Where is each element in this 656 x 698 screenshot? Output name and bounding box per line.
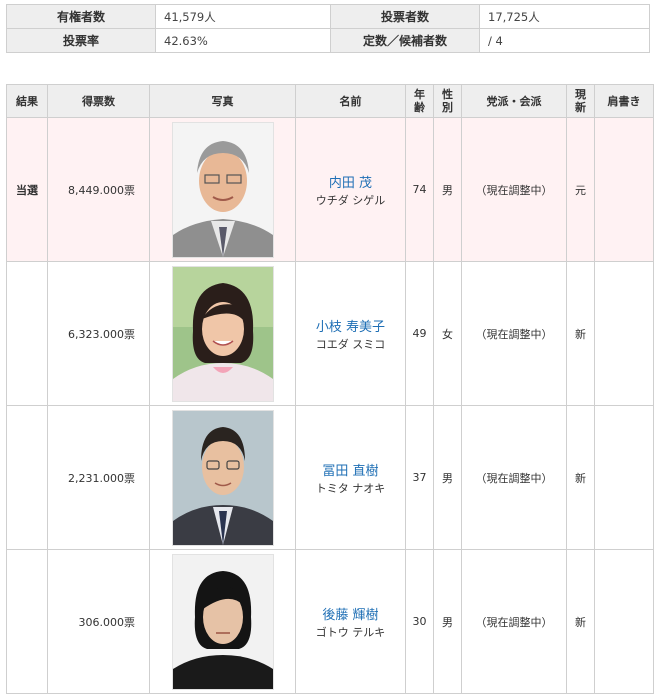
votes-cell: 6,323.000票: [47, 261, 150, 406]
status-cell: 新: [566, 549, 595, 694]
sex-cell: 女: [433, 261, 462, 406]
candidate-photo: [171, 121, 274, 258]
candidate-name-link[interactable]: 冨田 直樹: [296, 460, 405, 479]
header-age: 年齢: [405, 84, 434, 118]
candidate-photo: [171, 265, 274, 402]
result-cell: [6, 405, 48, 550]
turnout-label: 投票率: [6, 28, 156, 53]
age-cell: 30: [405, 549, 434, 694]
seats-label: 定数／候補者数: [330, 28, 480, 53]
party-cell: （現在調整中）: [461, 549, 567, 694]
candidate-name-link[interactable]: 小枝 寿美子: [296, 316, 405, 335]
age-cell: 74: [405, 117, 434, 262]
photo-cell: [149, 549, 296, 694]
photo-cell: [149, 405, 296, 550]
title-cell: [594, 405, 654, 550]
age-cell: 49: [405, 261, 434, 406]
party-cell: （現在調整中）: [461, 117, 567, 262]
name-cell: 冨田 直樹 トミタ ナオキ: [295, 405, 406, 550]
title-cell: [594, 549, 654, 694]
votes-cell: 306.000票: [47, 549, 150, 694]
candidate-kana: ウチダ シゲル: [315, 193, 386, 207]
candidates-table: 結果 得票数 写真 名前 年齢 性別 党派・会派 現新 肩書き 当選 8,449…: [6, 84, 654, 694]
name-cell: 内田 茂 ウチダ シゲル: [295, 117, 406, 262]
status-cell: 新: [566, 405, 595, 550]
candidate-kana: ゴトウ テルキ: [315, 625, 386, 639]
result-cell: [6, 549, 48, 694]
name-cell: 小枝 寿美子 コエダ スミコ: [295, 261, 406, 406]
status-cell: 新: [566, 261, 595, 406]
header-sex-line2: 別: [442, 101, 453, 114]
voters-label: 投票者数: [330, 4, 480, 29]
header-name: 名前: [295, 84, 406, 118]
votes-cell: 2,231.000票: [47, 405, 150, 550]
sex-cell: 男: [433, 549, 462, 694]
title-cell: [594, 117, 654, 262]
turnout-value: 42.63%: [155, 28, 331, 53]
photo-cell: [149, 117, 296, 262]
votes-cell: 8,449.000票: [47, 117, 150, 262]
photo-cell: [149, 261, 296, 406]
header-party: 党派・会派: [461, 84, 567, 118]
result-cell: 当選: [6, 117, 48, 262]
voters-value: 17,725人: [479, 4, 650, 29]
candidate-photo: [171, 409, 274, 546]
summary-row: 有権者数 41,579人 投票者数 17,725人: [6, 4, 650, 29]
party-cell: （現在調整中）: [461, 405, 567, 550]
candidate-row: 306.000票 後藤 輝樹 ゴトウ テルキ 30 男 （現在調整中） 新: [6, 549, 654, 694]
header-votes: 得票数: [47, 84, 150, 118]
seats-value: / 4: [479, 28, 650, 53]
status-cell: 元: [566, 117, 595, 262]
candidate-name-link[interactable]: 内田 茂: [296, 172, 405, 191]
candidate-kana: トミタ ナオキ: [315, 481, 386, 495]
header-sex: 性別: [433, 84, 462, 118]
header-result: 結果: [6, 84, 48, 118]
header-row: 結果 得票数 写真 名前 年齢 性別 党派・会派 現新 肩書き: [6, 84, 654, 118]
header-title: 肩書き: [594, 84, 654, 118]
header-age-line2: 齢: [414, 101, 425, 114]
result-cell: [6, 261, 48, 406]
sex-cell: 男: [433, 117, 462, 262]
candidate-row: 6,323.000票 小枝 寿美子 コエダ スミコ 49 女 （現在調整中） 新: [6, 261, 654, 406]
candidate-name-link[interactable]: 後藤 輝樹: [296, 604, 405, 623]
sex-cell: 男: [433, 405, 462, 550]
age-cell: 37: [405, 405, 434, 550]
title-cell: [594, 261, 654, 406]
header-status-line1: 現: [575, 88, 586, 101]
candidate-kana: コエダ スミコ: [315, 337, 386, 351]
name-cell: 後藤 輝樹 ゴトウ テルキ: [295, 549, 406, 694]
party-cell: （現在調整中）: [461, 261, 567, 406]
header-status-line2: 新: [575, 101, 586, 114]
header-age-line1: 年: [414, 88, 425, 101]
header-sex-line1: 性: [442, 88, 453, 101]
eligible-voters-value: 41,579人: [155, 4, 331, 29]
header-status: 現新: [566, 84, 595, 118]
candidate-row: 当選 8,449.000票 内田 茂 ウチダ シゲル 74 男 （現在調整中） …: [6, 117, 654, 262]
summary-row: 投票率 42.63% 定数／候補者数 / 4: [6, 28, 650, 53]
eligible-voters-label: 有権者数: [6, 4, 156, 29]
election-summary-table: 有権者数 41,579人 投票者数 17,725人 投票率 42.63% 定数／…: [6, 4, 650, 53]
candidate-row: 2,231.000票 冨田 直樹 トミタ ナオキ 37 男 （現在調整中） 新: [6, 405, 654, 550]
header-photo: 写真: [149, 84, 296, 118]
candidate-photo: [171, 553, 274, 690]
